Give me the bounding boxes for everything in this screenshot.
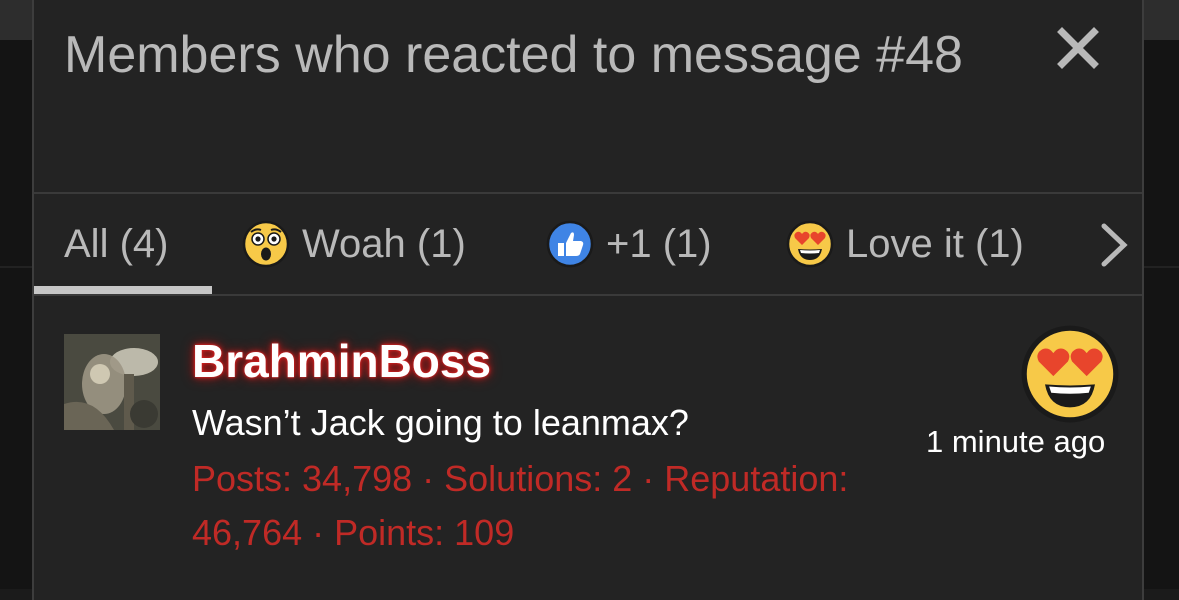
- tab-all[interactable]: All (4): [64, 194, 168, 294]
- tabs-next-button[interactable]: [1096, 220, 1132, 270]
- modal-header: Members who reacted to message #48: [34, 0, 1142, 194]
- avatar-image: [64, 334, 160, 430]
- tab-woah-label: Woah (1): [302, 221, 466, 266]
- astonished-face-icon: [242, 220, 290, 268]
- tab-love-it-label: Love it (1): [846, 221, 1024, 266]
- member-message: Wasn’t Jack going to leanmax?: [192, 402, 689, 443]
- reactions-modal: Members who reacted to message #48 All (…: [32, 0, 1144, 600]
- tab-plus-one[interactable]: +1 (1): [546, 194, 712, 294]
- username: BrahminBoss: [192, 335, 492, 387]
- close-icon: [1057, 27, 1099, 69]
- avatar[interactable]: [64, 334, 160, 430]
- thumbs-up-icon: [546, 220, 594, 268]
- tab-love-it[interactable]: Love it (1): [786, 194, 1024, 294]
- reaction-time: 1 minute ago: [926, 424, 1106, 459]
- chevron-right-icon: [1101, 223, 1128, 267]
- close-button[interactable]: [1052, 22, 1104, 74]
- member-row: BrahminBoss Wasn’t Jack going to leanmax…: [34, 298, 1142, 598]
- member-stats: Posts: 34,798 · Solutions: 2 · Reputatio…: [192, 458, 849, 553]
- active-tab-indicator: [34, 286, 212, 294]
- tab-plus-one-label: +1 (1): [606, 221, 712, 266]
- modal-title: Members who reacted to message #48: [64, 26, 963, 84]
- heart-eyes-face-icon: [786, 220, 834, 268]
- reaction-tabs: All (4) Woah (1) +1 (1) Love it (1): [34, 194, 1142, 296]
- heart-eyes-face-icon: [1021, 325, 1119, 423]
- tab-all-label: All (4): [64, 221, 169, 266]
- tab-woah[interactable]: Woah (1): [242, 194, 466, 294]
